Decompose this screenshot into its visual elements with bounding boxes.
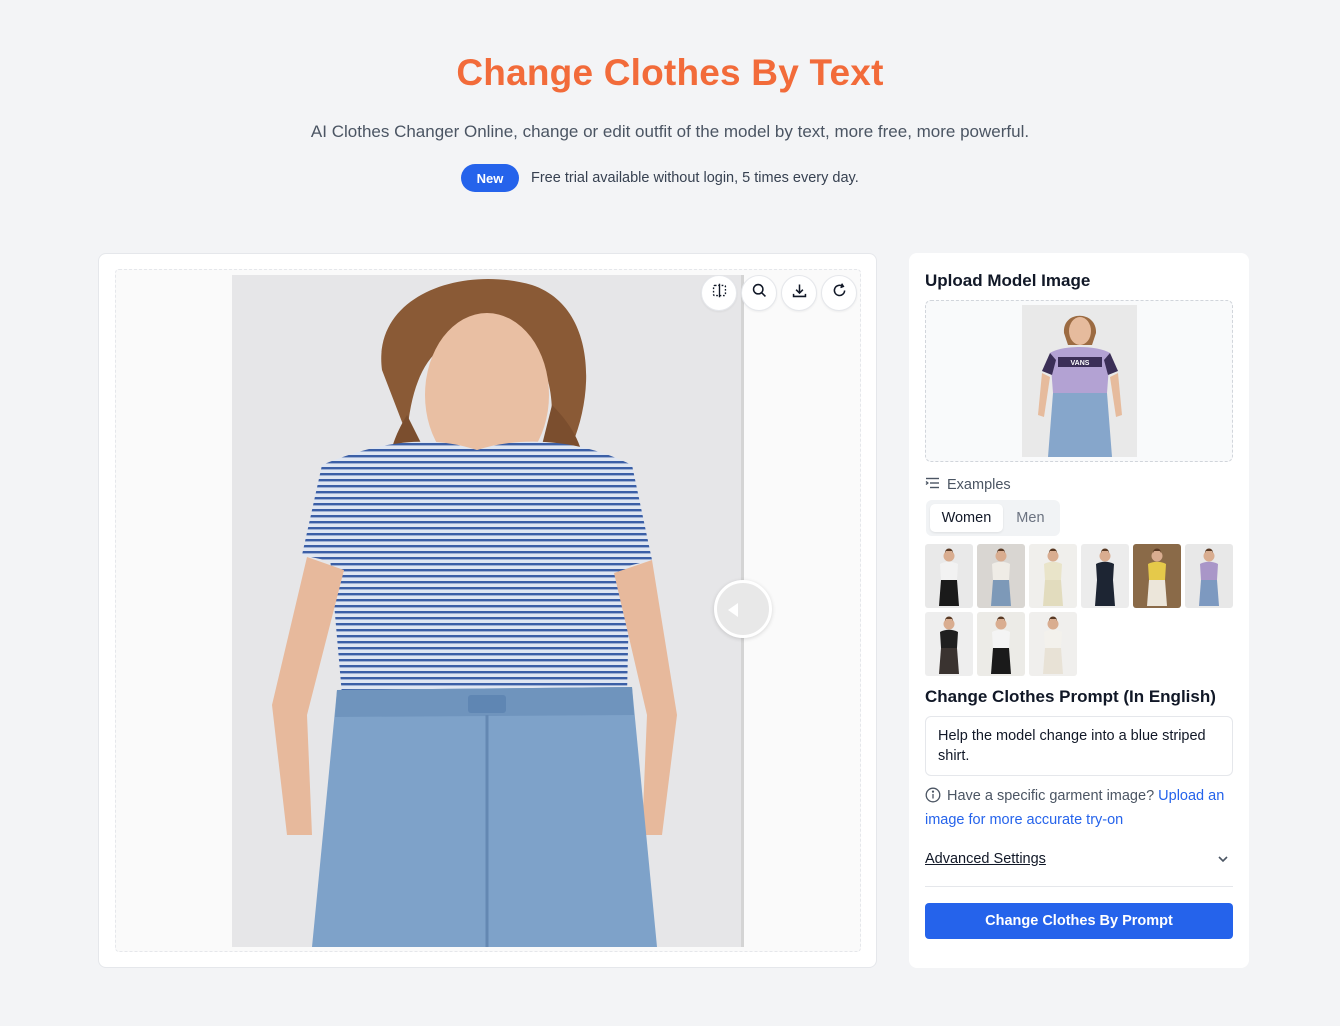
example-thumbnail[interactable] bbox=[977, 612, 1025, 676]
chevron-left-icon bbox=[728, 603, 738, 617]
change-clothes-button[interactable]: Change Clothes By Prompt bbox=[925, 903, 1233, 939]
page-title: Change Clothes By Text bbox=[456, 52, 884, 93]
garment-hint: Have a specific garment image? Upload an… bbox=[925, 786, 1235, 831]
upload-dropzone[interactable]: VANS bbox=[925, 300, 1233, 462]
example-thumbnail[interactable] bbox=[1133, 544, 1181, 608]
list-icon bbox=[925, 477, 940, 493]
prompt-label: Change Clothes Prompt (In English) bbox=[925, 687, 1216, 706]
compare-icon bbox=[711, 282, 728, 304]
new-badge: New bbox=[461, 164, 519, 192]
result-image bbox=[232, 275, 743, 947]
example-thumbnail[interactable] bbox=[925, 544, 973, 608]
hint-text: Have a specific garment image? bbox=[947, 788, 1159, 804]
chevron-down-icon bbox=[1216, 852, 1230, 871]
tab-men[interactable]: Men bbox=[1005, 504, 1056, 532]
example-thumbnail[interactable] bbox=[1185, 544, 1233, 608]
uploaded-model-image: VANS bbox=[1022, 305, 1137, 457]
examples-header: Examples bbox=[925, 477, 1011, 493]
settings-panel: Upload Model Image VANS Examples Women M… bbox=[909, 253, 1249, 968]
zoom-icon bbox=[751, 282, 768, 304]
gender-tabs: Women Men bbox=[926, 500, 1060, 536]
example-thumbnail[interactable] bbox=[977, 544, 1025, 608]
refresh-icon bbox=[831, 282, 848, 304]
example-thumbnail[interactable] bbox=[925, 612, 973, 676]
download-button[interactable] bbox=[781, 275, 817, 311]
trial-notice-text: Free trial available without login, 5 ti… bbox=[531, 170, 859, 186]
advanced-settings-toggle[interactable]: Advanced Settings bbox=[925, 850, 1233, 887]
upload-label: Upload Model Image bbox=[925, 271, 1091, 290]
refresh-button[interactable] bbox=[821, 275, 857, 311]
download-icon bbox=[791, 282, 808, 304]
examples-label: Examples bbox=[947, 477, 1011, 493]
zoom-button[interactable] bbox=[741, 275, 777, 311]
example-thumbnail[interactable] bbox=[1081, 544, 1129, 608]
example-grid bbox=[925, 544, 1235, 676]
example-thumbnail[interactable] bbox=[1029, 612, 1077, 676]
tab-women[interactable]: Women bbox=[930, 504, 1003, 532]
page-subtitle: AI Clothes Changer Online, change or edi… bbox=[310, 122, 1030, 141]
info-icon bbox=[925, 787, 941, 810]
trial-notice: New Free trial available without login, … bbox=[461, 164, 859, 192]
preview-canvas bbox=[115, 269, 861, 952]
prompt-input[interactable]: Help the model change into a blue stripe… bbox=[925, 716, 1233, 776]
compare-slider-handle[interactable] bbox=[714, 580, 772, 638]
svg-text:VANS: VANS bbox=[1071, 360, 1090, 367]
preview-card bbox=[98, 253, 877, 968]
advanced-settings-label: Advanced Settings bbox=[925, 851, 1046, 867]
example-thumbnail[interactable] bbox=[1029, 544, 1077, 608]
compare-button[interactable] bbox=[701, 275, 737, 311]
